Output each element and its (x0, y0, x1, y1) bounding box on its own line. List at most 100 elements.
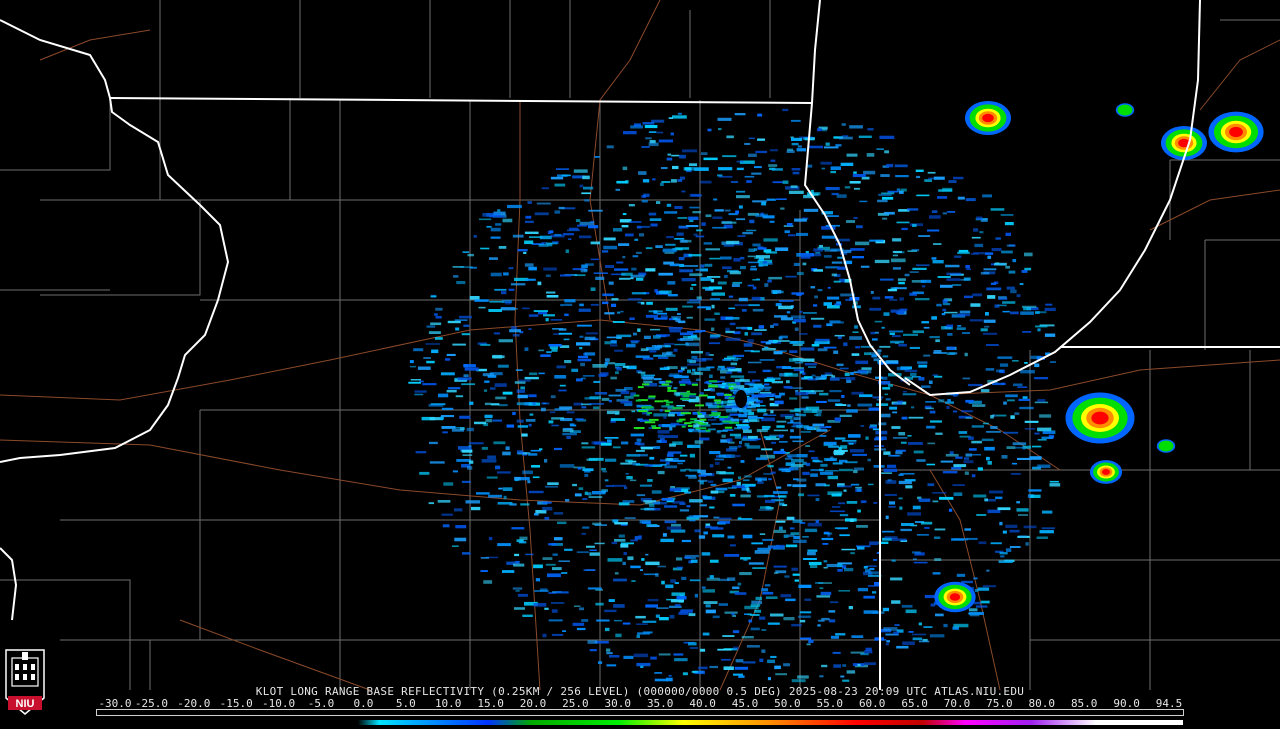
echo-speck (590, 303, 599, 306)
echo-speck (942, 212, 947, 215)
echo-speck (662, 352, 671, 356)
echo-speck (690, 559, 698, 563)
echo-speck (602, 470, 607, 473)
echo-speck (410, 379, 421, 381)
echo-speck (882, 530, 895, 533)
echo-speck (793, 262, 800, 266)
echo-speck (1042, 431, 1055, 434)
echo-speck (747, 339, 754, 343)
echo-speck (587, 225, 599, 229)
echo-speck (886, 640, 890, 643)
echo-speck (832, 651, 841, 654)
echo-speck (807, 549, 818, 552)
echo-speck-green (644, 421, 656, 424)
echo-speck (812, 423, 825, 427)
echo-speck (713, 198, 718, 201)
echo-speck (931, 210, 938, 213)
echo-speck (648, 525, 660, 527)
echo-speck (839, 514, 849, 517)
echo-speck (757, 247, 767, 250)
echo-speck (941, 313, 946, 316)
echo-speck (627, 556, 634, 561)
echo-speck (635, 449, 645, 452)
echo-speck (808, 639, 814, 643)
echo-speck (691, 671, 698, 673)
echo-speck (721, 383, 727, 385)
echo-speck (986, 569, 990, 572)
echo-speck (778, 468, 789, 471)
echo-speck (605, 485, 614, 487)
echo-speck (585, 332, 598, 335)
echo-speck (516, 402, 532, 406)
echo-speck (1025, 542, 1029, 546)
echo-speck (792, 484, 807, 488)
echo-speck (536, 202, 551, 205)
echo-speck (524, 220, 534, 223)
echo-speck (765, 596, 778, 599)
echo-speck (785, 544, 798, 548)
echo-speck (888, 384, 893, 387)
echo-speck (636, 662, 651, 667)
echo-speck (667, 153, 672, 156)
echo-speck (577, 358, 591, 362)
echo-speck (520, 386, 525, 390)
echo-speck (574, 493, 582, 497)
echo-speck (805, 406, 820, 411)
echo-speck (761, 649, 766, 653)
echo-speck (1049, 483, 1061, 487)
echo-speck (836, 363, 844, 367)
echo-speck-green (724, 426, 733, 429)
echo-speck (980, 328, 988, 332)
echo-speck (691, 284, 697, 286)
echo-speck (440, 372, 455, 376)
echo-speck (712, 615, 720, 619)
echo-speck (519, 477, 530, 481)
echo-speck (547, 482, 559, 485)
echo-speck (691, 351, 703, 354)
echo-speck (869, 567, 875, 571)
echo-speck (724, 611, 738, 614)
echo-speck (611, 303, 617, 307)
echo-speck (659, 409, 663, 412)
echo-speck (581, 442, 589, 445)
echo-speck (484, 389, 488, 392)
echo-speck (498, 339, 513, 343)
echo-speck (542, 557, 553, 560)
echo-speck (718, 167, 733, 171)
echo-speck (606, 664, 617, 667)
echo-speck (534, 590, 549, 592)
echo-speck (782, 180, 789, 184)
echo-speck (736, 160, 744, 163)
echo-speck (929, 336, 940, 339)
echo-speck (500, 307, 515, 311)
echo-speck (772, 339, 778, 343)
echo-speck (869, 307, 881, 311)
echo-speck (698, 666, 708, 670)
echo-speck (909, 292, 917, 296)
echo-speck (735, 659, 744, 663)
echo-speck (560, 274, 572, 277)
echo-speck (426, 360, 435, 364)
echo-speck (650, 656, 657, 660)
echo-speck (825, 187, 840, 191)
echo-speck (522, 470, 533, 475)
echo-speck (750, 627, 760, 631)
echo-speck (700, 268, 708, 272)
echo-speck-green (651, 425, 657, 428)
echo-speck (595, 602, 604, 606)
echo-speck (589, 549, 597, 551)
echo-speck (737, 445, 742, 448)
echo-speck (607, 558, 623, 562)
echo-speck (681, 278, 696, 282)
echo-speck (666, 453, 674, 457)
echo-speck (628, 298, 642, 301)
echo-speck (1016, 501, 1020, 504)
echo-speck (540, 354, 551, 357)
echo-speck (794, 218, 807, 222)
echo-speck (459, 315, 472, 319)
echo-speck (916, 194, 930, 197)
echo-speck (613, 578, 627, 582)
echo-speck (851, 353, 860, 356)
echo-speck (791, 458, 804, 463)
echo-speck (721, 434, 726, 438)
